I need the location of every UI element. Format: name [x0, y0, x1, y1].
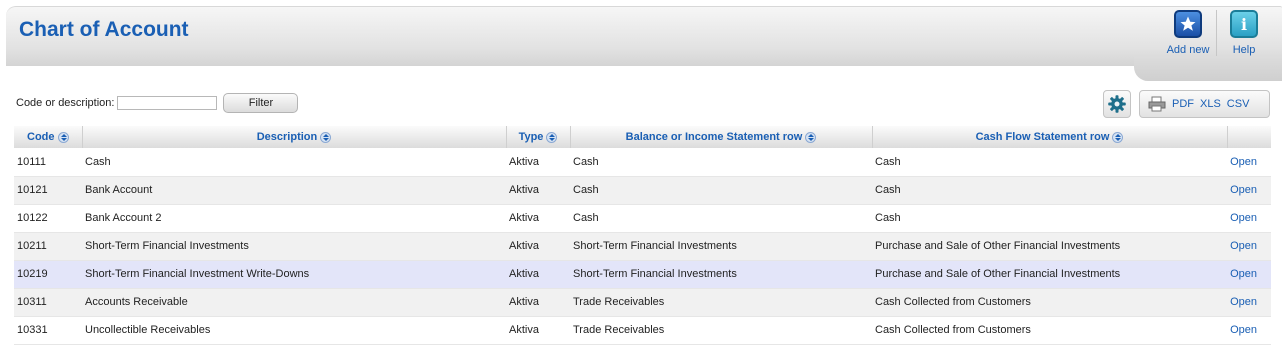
filter-bar: Code or description: Filter — [16, 93, 299, 113]
cell-type: Aktiva — [506, 260, 570, 289]
gear-icon — [1108, 95, 1126, 113]
cell-description: Cash — [82, 148, 506, 177]
cell-code: 10122 — [14, 204, 82, 233]
table-row[interactable]: 10219 Short-Term Financial Investment Wri… — [14, 260, 1271, 289]
column-header-description[interactable]: Description — [82, 126, 507, 148]
export-csv-link[interactable]: CSV — [1227, 98, 1250, 110]
cell-code: 10311 — [14, 288, 82, 317]
export-xls-link[interactable]: XLS — [1200, 98, 1221, 110]
cell-type: Aktiva — [506, 316, 570, 345]
cell-balance-row: Cash — [570, 204, 872, 233]
table-row[interactable]: 10121 Bank Account Aktiva Cash Cash Open — [14, 176, 1271, 205]
cell-balance-row: Cash — [570, 148, 872, 177]
cell-cashflow-row: Cash — [872, 148, 1227, 177]
open-link[interactable]: Open — [1227, 288, 1271, 317]
page-title: Chart of Account — [19, 18, 189, 41]
cell-type: Aktiva — [506, 204, 570, 233]
help-button[interactable]: i Help — [1218, 10, 1270, 56]
add-new-label: Add new — [1166, 44, 1210, 56]
cell-description: Bank Account — [82, 176, 506, 205]
open-link[interactable]: Open — [1227, 316, 1271, 345]
cell-cashflow-row: Cash Collected from Customers — [872, 288, 1227, 317]
table-row[interactable]: 10111 Cash Aktiva Cash Cash Open — [14, 148, 1271, 177]
cell-description: Accounts Receivable — [82, 288, 506, 317]
filter-label: Code or description: — [16, 97, 115, 109]
cell-balance-row: Cash — [570, 176, 872, 205]
cell-cashflow-row: Purchase and Sale of Other Financial Inv… — [872, 232, 1227, 261]
cell-type: Aktiva — [506, 176, 570, 205]
export-toolbar: PDF XLS CSV — [1139, 90, 1270, 118]
cell-cashflow-row: Cash Collected from Customers — [872, 316, 1227, 345]
sort-icon — [546, 131, 558, 143]
column-header-type[interactable]: Type — [506, 126, 571, 148]
cell-cashflow-row: Cash — [872, 176, 1227, 205]
sort-icon — [57, 131, 69, 143]
open-link[interactable]: Open — [1227, 204, 1271, 233]
cell-type: Aktiva — [506, 288, 570, 317]
cell-code: 10331 — [14, 316, 82, 345]
cell-code: 10219 — [14, 260, 82, 289]
cell-cashflow-row: Cash — [872, 204, 1227, 233]
filter-input[interactable] — [117, 96, 218, 110]
cell-description: Uncollectible Receivables — [82, 316, 506, 345]
sort-icon — [1112, 131, 1124, 143]
cell-cashflow-row: Purchase and Sale of Other Financial Inv… — [872, 260, 1227, 289]
page-header: Chart of Account — [6, 6, 1282, 81]
table-row[interactable]: 10331 Uncollectible Receivables Aktiva Trad… — [14, 316, 1271, 345]
cell-balance-row: Short-Term Financial Investments — [570, 260, 872, 289]
cell-description: Short-Term Financial Investments — [82, 232, 506, 261]
cell-type: Aktiva — [506, 232, 570, 261]
table-row[interactable]: 10211 Short-Term Financial Investments Akt… — [14, 232, 1271, 261]
column-header-actions — [1227, 126, 1271, 148]
help-label: Help — [1232, 44, 1256, 56]
header-tab — [1134, 53, 1282, 81]
open-link[interactable]: Open — [1227, 232, 1271, 261]
table-row[interactable]: 10122 Bank Account 2 Aktiva Cash Cash Open — [14, 204, 1271, 233]
star-icon — [1174, 10, 1202, 38]
cell-code: 10211 — [14, 232, 82, 261]
open-link[interactable]: Open — [1227, 176, 1271, 205]
column-header-cashflow-row[interactable]: Cash Flow Statement row — [872, 126, 1228, 148]
cell-description: Short-Term Financial Investment Write-Do… — [82, 260, 506, 289]
accounts-table: Code Description Type Balance or Income … — [14, 126, 1271, 345]
cell-description: Bank Account 2 — [82, 204, 506, 233]
cell-balance-row: Trade Receivables — [570, 316, 872, 345]
add-new-button[interactable]: Add new — [1162, 10, 1214, 56]
print-icon[interactable] — [1148, 96, 1166, 112]
export-pdf-link[interactable]: PDF — [1172, 98, 1194, 110]
filter-button[interactable]: Filter — [223, 93, 299, 113]
open-link[interactable]: Open — [1227, 148, 1271, 177]
column-header-balance-row[interactable]: Balance or Income Statement row — [570, 126, 873, 148]
table-row[interactable]: 10311 Accounts Receivable Aktiva Trade Rece… — [14, 288, 1271, 317]
info-icon: i — [1230, 10, 1258, 38]
sort-icon — [320, 131, 332, 143]
column-header-code[interactable]: Code — [14, 126, 83, 148]
cell-code: 10121 — [14, 176, 82, 205]
cell-balance-row: Short-Term Financial Investments — [570, 232, 872, 261]
open-link[interactable]: Open — [1227, 260, 1271, 289]
table-header-row: Code Description Type Balance or Income … — [14, 126, 1271, 148]
cell-balance-row: Trade Receivables — [570, 288, 872, 317]
settings-button[interactable] — [1103, 90, 1131, 118]
cell-type: Aktiva — [506, 148, 570, 177]
header-divider — [1216, 10, 1217, 56]
sort-icon — [805, 131, 817, 143]
cell-code: 10111 — [14, 148, 82, 177]
